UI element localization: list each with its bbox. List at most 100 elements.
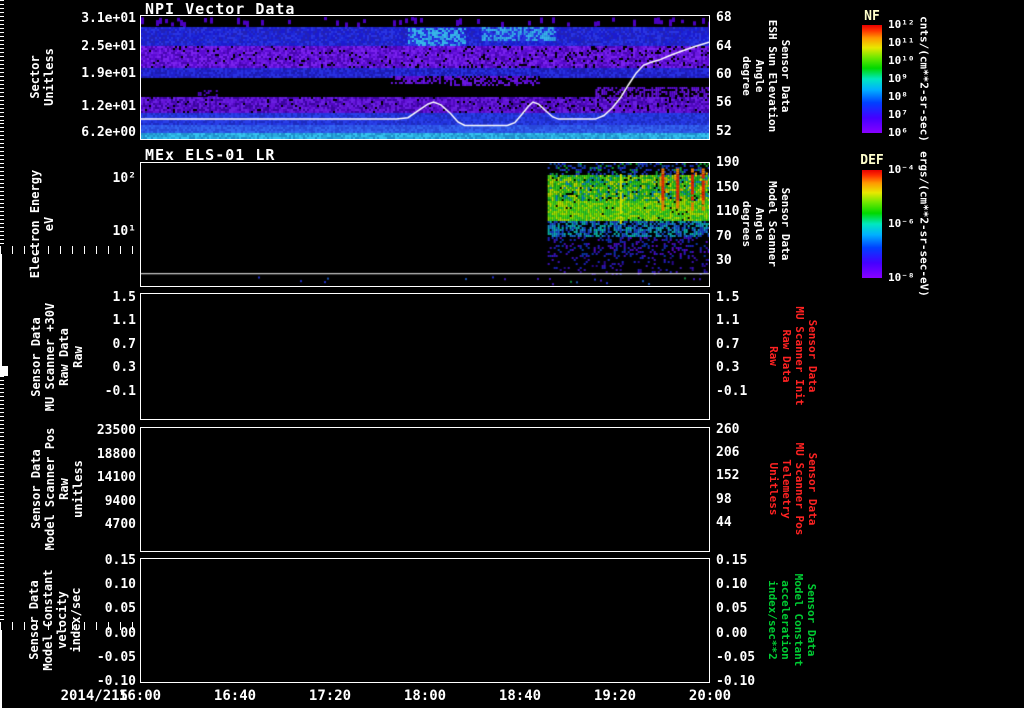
- colorbar-tick-label: 10⁷: [888, 108, 908, 121]
- y-tick-label: -0.1: [716, 383, 748, 399]
- x-major-tick: [0, 630, 2, 638]
- x-major-tick: [0, 654, 2, 662]
- y-tick-label: 0.05: [104, 601, 136, 617]
- y-tick-label: 1.1: [716, 313, 740, 329]
- npi-spectrogram-canvas: [141, 16, 709, 139]
- x-major-tick: [0, 294, 2, 302]
- y-tick-label: 64: [716, 38, 732, 54]
- colorbar-tick-label: 10⁹: [888, 72, 908, 85]
- y-tick-label: 44: [716, 514, 732, 530]
- colorbar-tick-label: 10⁸: [888, 90, 908, 103]
- time-tick-label: 16:00: [118, 688, 162, 704]
- y-tick-label: -0.05: [96, 649, 136, 665]
- y-tick-label: 0.00: [716, 625, 748, 641]
- y-tick-label: 260: [716, 421, 740, 437]
- y-tick-label: 1.2e+01: [81, 98, 136, 114]
- x-major-tick: [0, 262, 2, 270]
- x-major-tick: [0, 342, 2, 350]
- x-major-tick: [0, 670, 2, 678]
- time-tick-label: 20:00: [688, 688, 732, 704]
- colorbar-tick-label: 10¹²: [888, 18, 915, 31]
- y-tick-label: 30: [716, 253, 732, 269]
- y-tick-label: 0.05: [716, 601, 748, 617]
- colorbar-tick-label: 10⁻⁴: [888, 163, 915, 176]
- els-spectrogram-panel: [140, 162, 710, 287]
- x-major-tick: [0, 646, 2, 654]
- y-tick-label: 70: [716, 228, 732, 244]
- colorbar-tick-label: 10¹¹: [888, 36, 915, 49]
- y-tick-label: 0.15: [716, 552, 748, 568]
- mu-scanner-30v-panel: [140, 293, 710, 420]
- y-minor-ticks-right: [0, 123, 4, 246]
- time-tick-label: 18:00: [403, 688, 447, 704]
- y-tick-label: 1.9e+01: [81, 66, 136, 82]
- x-major-tick: [0, 318, 2, 326]
- y-tick-label: 2.5e+01: [81, 38, 136, 54]
- x-major-tick: [0, 286, 2, 294]
- x-major-tick: [0, 326, 2, 334]
- y-tick-label: 10¹: [112, 223, 136, 239]
- x-major-tick: [0, 638, 2, 646]
- x-major-tick: [0, 302, 2, 310]
- colorbar-tick-label: 10⁻⁸: [888, 271, 915, 284]
- colorbar-tick-label: 10⁻⁶: [888, 217, 915, 230]
- y-tick-label: 68: [716, 10, 732, 26]
- y-tick-label: 150: [716, 179, 740, 195]
- y-tick-label: 3.1e+01: [81, 11, 136, 27]
- y-tick-label: 206: [716, 445, 740, 461]
- y-tick-label: 23500: [96, 423, 136, 439]
- x-major-tick: [0, 678, 2, 686]
- y-tick-label: 52: [716, 123, 732, 139]
- x-major-tick: [0, 278, 2, 286]
- model-constant-velocity-panel: [140, 558, 710, 683]
- y-tick-label: 0.10: [716, 577, 748, 593]
- els-spectrogram-canvas: [141, 163, 709, 286]
- y-tick-label: 0.7: [716, 336, 740, 352]
- y-tick-label: 110: [716, 204, 740, 220]
- y-tick-label: 0.7: [112, 336, 136, 352]
- y-tick-label: 9400: [104, 493, 136, 509]
- y-tick-label: 56: [716, 95, 732, 111]
- y-tick-label: -0.10: [96, 674, 136, 689]
- time-tick-label: 19:20: [593, 688, 637, 704]
- colorbar-tick-label: 10⁶: [888, 126, 908, 139]
- x-major-tick: [0, 350, 2, 358]
- y-tick-label: 0.3: [716, 360, 740, 376]
- x-major-tick: [0, 702, 2, 708]
- y-tick-label: 1.5: [716, 289, 740, 305]
- y-tick-label: 190: [716, 155, 740, 170]
- y-tick-label: 0.15: [104, 552, 136, 568]
- y-tick-label: 6.2e+00: [81, 125, 136, 141]
- y-tick-label: 10²: [112, 170, 136, 186]
- x-major-tick: [0, 662, 2, 670]
- x-major-tick: [0, 686, 2, 694]
- time-tick-label: 17:20: [308, 688, 352, 704]
- x-major-tick: [0, 694, 2, 702]
- x-major-tick: [0, 358, 2, 366]
- y-minor-ticks-left: [0, 376, 4, 499]
- y-tick-label: 4700: [104, 517, 136, 533]
- y-tick-label: -0.05: [716, 649, 756, 665]
- y-tick-label: 60: [716, 67, 732, 82]
- y-tick-label: -0.1: [104, 383, 136, 399]
- def-colorbar-title: DEF: [860, 153, 884, 168]
- y-tick-label: 0.3: [112, 360, 136, 376]
- y-minor-ticks-right: [0, 499, 4, 622]
- y-tick-label: 1.1: [112, 313, 136, 329]
- y-tick-label: 0.00: [104, 625, 136, 641]
- science-plot-page: NPI Vector Data MEx ELS-01 LR Sector Uni…: [0, 0, 1024, 708]
- y-tick-label: 98: [716, 491, 732, 507]
- nf-colorbar-title: NF: [864, 9, 880, 24]
- x-major-tick: [0, 334, 2, 342]
- npi-spectrogram-panel: [140, 15, 710, 140]
- y-tick-label: 14100: [96, 470, 136, 486]
- model-scanner-pos-panel: [140, 427, 710, 552]
- x-major-tick: [0, 310, 2, 318]
- panel2-left-axis-label: Electron Energy eV: [28, 169, 56, 279]
- y-tick-label: -0.10: [716, 674, 756, 689]
- def-colorbar: [862, 170, 882, 278]
- y-tick-label: 152: [716, 468, 740, 484]
- y-tick-label: 18800: [96, 446, 136, 462]
- time-tick-label: 16:40: [213, 688, 257, 704]
- y-tick-label: 0.10: [104, 577, 136, 593]
